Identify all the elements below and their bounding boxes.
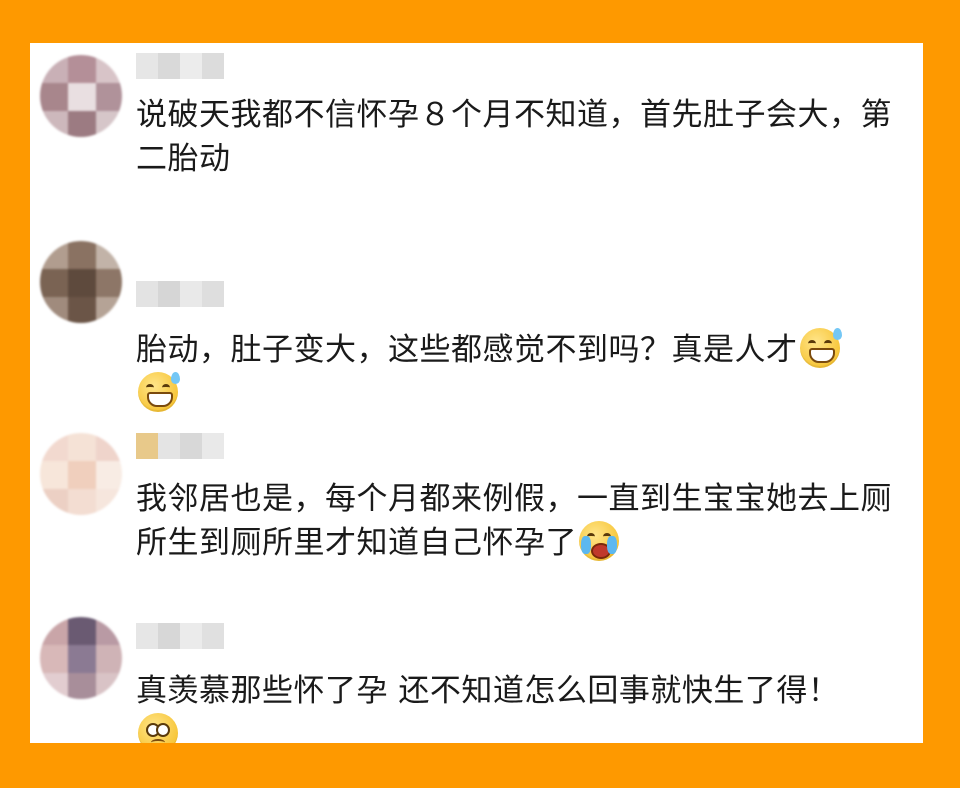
grinning-sweat-emoji — [138, 372, 180, 412]
avatar[interactable] — [40, 433, 122, 515]
crying-laughing-emoji — [579, 521, 619, 561]
comment-text-content: 说破天我都不信怀孕８个月不知道，首先肚子会大，第二胎动 — [136, 97, 892, 177]
avatar[interactable] — [40, 55, 122, 137]
username[interactable] — [136, 53, 246, 79]
comments-panel: 说破天我都不信怀孕８个月不知道，首先肚子会大，第二胎动 胎动，肚子变大，这些都感… — [30, 43, 923, 743]
comment-text: 真羡慕那些怀了孕 还不知道怎么回事就快生了得！ — [136, 669, 916, 743]
avatar[interactable] — [40, 241, 122, 323]
comment-text: 说破天我都不信怀孕８个月不知道，首先肚子会大，第二胎动 — [136, 93, 916, 181]
comment-text-content: 真羡慕那些怀了孕 还不知道怎么回事就快生了得！ — [136, 673, 840, 709]
username[interactable] — [136, 623, 246, 649]
username[interactable] — [136, 433, 246, 459]
comment-text: 我邻居也是，每个月都来例假，一直到生宝宝她去上厕所生到厕所里才知道自己怀孕了 — [136, 477, 916, 565]
username[interactable] — [136, 281, 246, 307]
avatar[interactable] — [40, 617, 122, 699]
grinning-sweat-emoji — [799, 328, 842, 368]
comment-text-content: 我邻居也是，每个月都来例假，一直到生宝宝她去上厕所生到厕所里才知道自己怀孕了 — [136, 481, 892, 561]
pleading-emoji — [138, 713, 178, 743]
comment-text-content: 胎动，肚子变大，这些都感觉不到吗？真是人才 — [136, 332, 798, 368]
comment-text: 胎动，肚子变大，这些都感觉不到吗？真是人才 — [136, 328, 916, 416]
